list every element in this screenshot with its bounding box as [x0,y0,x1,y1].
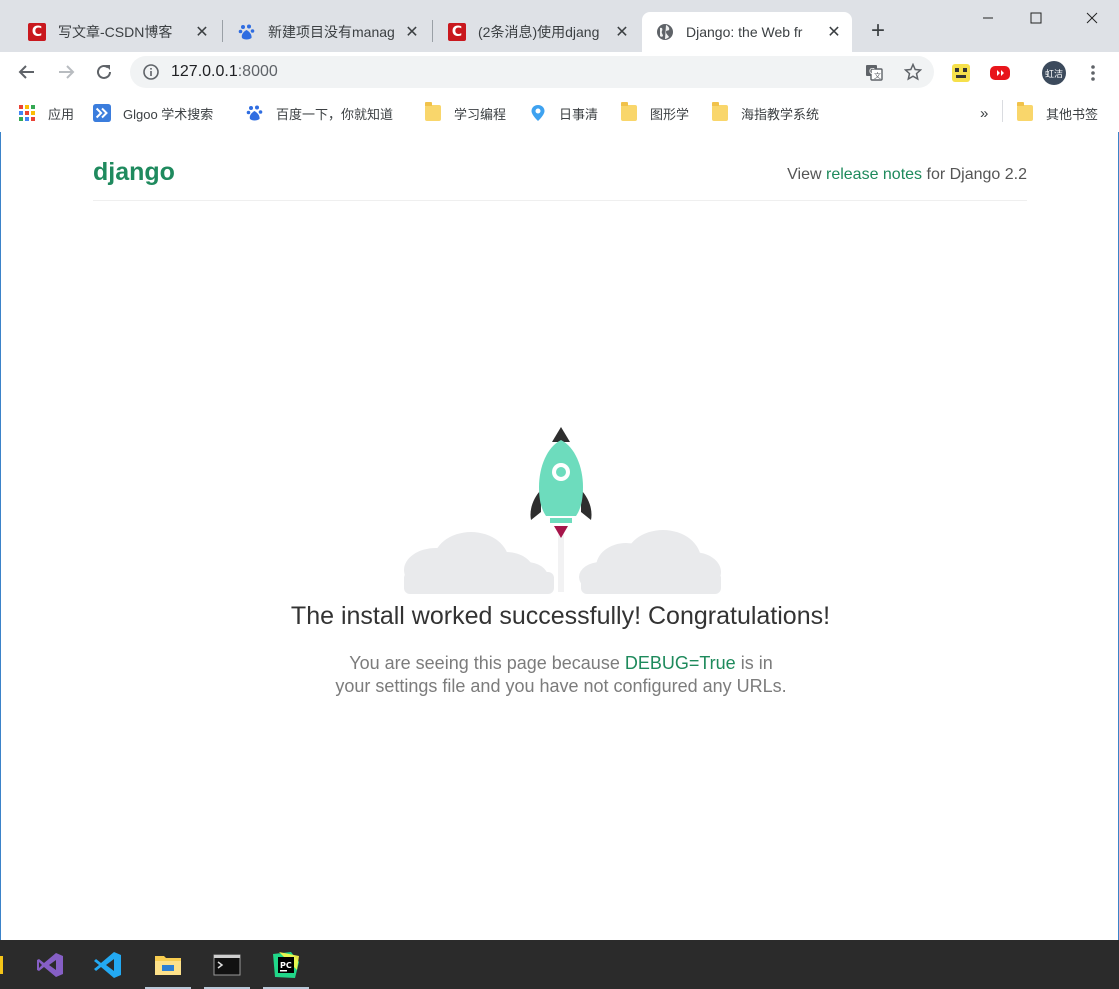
tab-csdn-messages[interactable]: C (2条消息)使用djang ✕ [434,12,640,52]
extension-video-icon[interactable] [989,62,1011,84]
folder-icon [1016,102,1034,122]
exhaust-trail [558,530,564,592]
bookmarks-divider [1002,100,1003,122]
close-icon[interactable]: ✕ [614,24,630,41]
bookmark-other[interactable]: 其他书签 [1016,102,1098,124]
reload-icon [97,64,111,79]
bookmarks-bar: 应用 Glgoo 学术搜索 百度一下，你就知道 学习编程 日事清 图形学 海指教… [0,92,1119,132]
terminal-icon[interactable] [203,940,251,989]
web-page: django View release notes for Django 2.2 [0,132,1119,940]
url-text[interactable]: 127.0.0.1:8000 [171,63,278,81]
rocket-flame [554,526,568,538]
taskbar-edge-indicator [0,956,3,974]
folder-icon [620,102,638,122]
new-tab-button[interactable]: + [866,19,890,44]
maximize-icon [1030,12,1042,24]
forward-button[interactable] [52,58,80,86]
file-explorer-icon[interactable] [144,940,192,989]
apps-grid-icon [18,104,36,122]
menu-kebab-icon[interactable] [1082,62,1104,84]
svg-text:PC: PC [280,961,292,970]
close-icon[interactable]: ✕ [404,24,420,41]
tab-csdn-write[interactable]: C 写文章-CSDN博客 ✕ [14,12,220,52]
tab-strip: C 写文章-CSDN博客 ✕ 新建项目没有manag ✕ C (2条消息)使用d… [0,0,1119,52]
baidu-paw-icon [238,23,256,41]
bookmark-apps[interactable]: 应用 [18,102,74,124]
minimize-icon [983,17,993,19]
close-icon[interactable]: ✕ [194,24,210,41]
bookmark-label: 海指教学系统 [741,106,820,122]
reload-button[interactable] [90,58,118,86]
url-host: 127.0.0.1 [171,63,238,80]
tab-baidu-question[interactable]: 新建项目没有manag ✕ [224,12,430,52]
url-port: :8000 [237,63,278,80]
visual-studio-icon[interactable] [26,940,74,989]
bookmark-glgoo[interactable]: Glgoo 学术搜索 [93,102,213,124]
close-window-icon [1086,12,1098,24]
minimize-button[interactable] [965,0,1011,36]
tab-title: (2条消息)使用djang [478,24,600,40]
tab-title: Django: the Web fr [686,24,803,40]
tab-title: 新建项目没有manag [268,24,395,40]
csdn-icon: C [28,23,46,41]
glgoo-icon [93,104,111,122]
release-notes-link[interactable]: release notes [826,166,922,183]
browser-toolbar: 127.0.0.1:8000 G文 虹洁 [0,52,1119,92]
rocket-nose [552,427,570,442]
bookmark-star-icon[interactable] [903,62,923,82]
bookmark-baidu[interactable]: 百度一下，你就知道 [246,102,393,124]
info-icon[interactable] [142,63,160,81]
maximize-button[interactable] [1013,0,1059,36]
page-title: The install worked successfully! Congrat… [290,602,831,630]
svg-text:文: 文 [874,71,881,80]
windows-taskbar: PC [0,940,1119,989]
folder-icon [424,102,442,122]
vscode-icon[interactable] [84,940,132,989]
tab-divider [222,20,223,42]
bookmark-label: 其他书签 [1046,106,1099,122]
bookmark-label: 应用 [48,106,75,122]
bookmark-label: Glgoo 学术搜索 [123,106,214,122]
extension-pixel-icon[interactable] [950,62,972,84]
bookmark-folder-learn-programming[interactable]: 学习编程 [424,102,506,124]
bookmark-rishiqing[interactable]: 日事清 [529,102,598,124]
release-suffix: for Django 2.2 [922,166,1027,183]
csdn-icon: C [448,23,466,41]
profile-avatar[interactable]: 虹洁 [1042,61,1066,85]
address-bar[interactable]: 127.0.0.1:8000 G文 [130,56,934,88]
page-subtitle: You are seeing this page because DEBUG=T… [331,652,791,698]
bookmark-folder-graphics[interactable]: 图形学 [620,102,689,124]
tab-django-active[interactable]: Django: the Web fr ✕ [642,12,852,52]
bookmark-label: 日事清 [559,106,599,122]
tab-divider [432,20,433,42]
forward-arrow-icon [59,65,75,79]
tab-title: 写文章-CSDN博客 [58,24,173,40]
bookmarks-overflow-chevron-icon[interactable]: » [980,102,988,124]
django-logo[interactable]: django [93,158,175,187]
bookmark-label: 百度一下，你就知道 [276,106,394,122]
back-arrow-icon [18,65,34,79]
back-button[interactable] [13,58,41,86]
debug-setting: DEBUG=True [624,653,736,673]
location-pin-icon [529,104,547,122]
release-prefix: View [787,166,826,183]
bookmark-label: 图形学 [650,106,690,122]
pycharm-icon[interactable]: PC [262,940,310,989]
globe-icon [656,23,674,41]
close-icon[interactable]: ✕ [826,24,842,41]
rocket-band [550,518,572,523]
close-window-button[interactable] [1069,0,1115,36]
subtitle-prefix: You are seeing this page because [349,653,625,673]
release-notes-text: View release notes for Django 2.2 [787,166,1027,184]
rocket-illustration [401,422,723,597]
bookmark-label: 学习编程 [454,106,507,122]
django-header: django View release notes for Django 2.2 [93,156,1027,201]
translate-icon[interactable]: G文 [864,62,884,82]
bookmark-folder-haizhi[interactable]: 海指教学系统 [711,102,819,124]
baidu-paw-icon [246,104,264,122]
folder-icon [711,102,729,122]
